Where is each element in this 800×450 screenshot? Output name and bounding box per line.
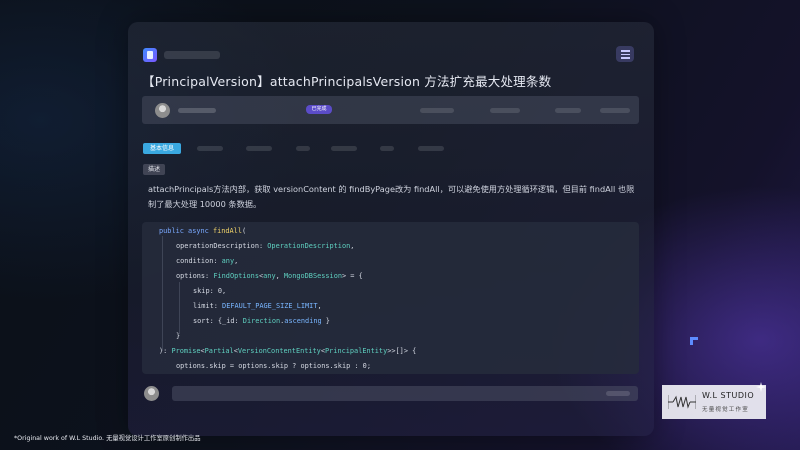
assignee-name-placeholder (178, 108, 216, 113)
code-token: >>[]> { (387, 347, 417, 355)
code-line: operationDescription: OperationDescripti… (176, 242, 354, 250)
code-token: Partial (204, 347, 234, 355)
indent-guide (179, 282, 180, 334)
code-line: sort: {_id: Direction.ascending } (193, 317, 330, 325)
code-token: OperationDescription (267, 242, 351, 250)
indent-guide (162, 236, 163, 351)
code-token: options.skip = options.skip ? options.sk… (176, 362, 371, 370)
code-token: , (234, 257, 239, 265)
code-token: } (176, 332, 181, 340)
code-token: Direction (242, 317, 281, 325)
app-icon[interactable] (143, 48, 157, 62)
logo-text: W.L STUDIO (702, 391, 755, 400)
code-token: public async (159, 227, 213, 235)
code-token: operationDescription: (176, 242, 268, 250)
code-token: Promise (171, 347, 201, 355)
code-line: skip: 0, (193, 287, 226, 295)
code-token: limit: (193, 302, 223, 310)
code-token: sort: {_id: (193, 317, 243, 325)
code-token: , (350, 242, 355, 250)
tab-placeholder[interactable] (246, 146, 272, 151)
assignee-avatar[interactable] (155, 103, 170, 118)
star-icon (756, 382, 766, 392)
code-token: options: (176, 272, 214, 280)
code-token: } (321, 317, 330, 325)
breadcrumb-placeholder[interactable] (164, 51, 220, 59)
code-token: condition: (176, 257, 222, 265)
tab-placeholder[interactable] (380, 146, 394, 151)
corner-bracket-icon (690, 337, 698, 345)
code-token: , (317, 302, 322, 310)
comment-input-placeholder (606, 391, 630, 396)
code-line: options.skip = options.skip ? options.sk… (176, 362, 371, 370)
status-badge[interactable]: 已完成 (306, 105, 332, 114)
code-token: ): (159, 347, 172, 355)
code-token: , (275, 272, 284, 280)
description-label: 描述 (143, 164, 165, 175)
menu-icon[interactable] (616, 46, 634, 62)
studio-logo: W.L STUDIO 无量视觉工作室 (662, 382, 766, 419)
description-text: attachPrincipals方法内部，获取 versionContent 的… (148, 184, 635, 209)
code-line: ): Promise<Partial<VersionContentEntity<… (159, 347, 416, 355)
tab-placeholder[interactable] (197, 146, 223, 151)
tab-placeholder[interactable] (331, 146, 357, 151)
code-token: findAll (212, 227, 242, 235)
comment-input[interactable] (172, 386, 638, 401)
code-line: limit: DEFAULT_PAGE_SIZE_LIMIT, (193, 302, 322, 310)
code-line: options: FindOptions<any, MongoDBSession… (176, 272, 363, 280)
code-token: DEFAULT_PAGE_SIZE_LIMIT (222, 302, 318, 310)
tab-basic-info[interactable]: 基本信息 (143, 143, 181, 154)
meta-field-placeholder (555, 108, 581, 113)
code-token: skip: 0, (193, 287, 227, 295)
code-token: ( (241, 227, 247, 235)
page-title: 【PrincipalVersion】attachPrincipalsVersio… (142, 74, 552, 89)
code-token: MongoDBSession (283, 272, 342, 280)
meta-field-placeholder (420, 108, 454, 113)
code-token: PrincipalEntity (325, 347, 388, 355)
code-token: ascending (284, 317, 322, 325)
code-line: } (176, 332, 180, 340)
tab-placeholder[interactable] (418, 146, 444, 151)
logo-mark (668, 395, 696, 409)
meta-field-placeholder (490, 108, 520, 113)
code-token: VersionContentEntity (237, 347, 321, 355)
logo-subtext: 无量视觉工作室 (702, 407, 749, 413)
code-token: > = { (342, 272, 363, 280)
code-token: any (263, 272, 276, 280)
code-line: public async findAll( (159, 227, 246, 235)
code-token: FindOptions (213, 272, 259, 280)
code-line: condition: any, (176, 257, 238, 265)
commenter-avatar[interactable] (144, 386, 159, 401)
code-token: any (221, 257, 235, 265)
tab-placeholder[interactable] (296, 146, 310, 151)
footer-credit: *Original work of W.L Studio. 无量视觉设计工作室原… (14, 435, 201, 442)
code-block: public async findAll( operationDescriptio… (142, 222, 639, 374)
meta-field-placeholder (600, 108, 630, 113)
